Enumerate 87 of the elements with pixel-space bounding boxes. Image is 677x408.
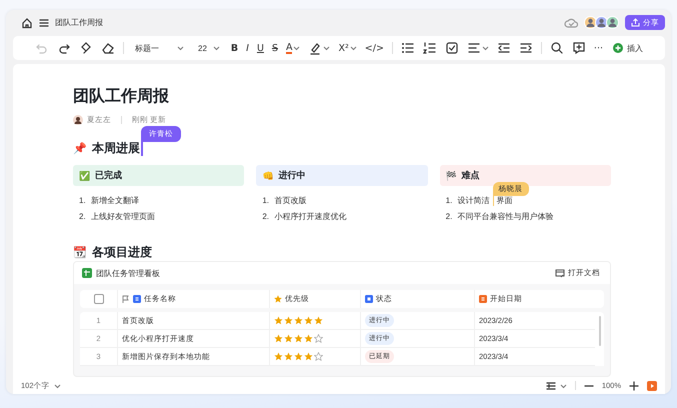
bulleted-list-icon	[400, 41, 415, 55]
star-filled-icon	[294, 352, 303, 361]
star-filled-icon	[274, 316, 283, 325]
star-filled-icon	[294, 334, 303, 343]
plus-icon	[612, 43, 623, 53]
format-button[interactable]: I	[243, 39, 252, 57]
share-icon	[631, 18, 640, 27]
star-filled-icon	[284, 352, 293, 361]
checkbox[interactable]	[94, 294, 104, 304]
home-icon[interactable]	[21, 16, 33, 28]
list-item: 不同平台兼容性与用户体验	[458, 211, 554, 222]
format-button[interactable]: A	[282, 39, 304, 57]
sheet-icon	[82, 268, 92, 278]
format-button[interactable]: X²	[335, 39, 360, 57]
card-title: 难点	[462, 169, 480, 182]
layout-icon	[546, 380, 556, 390]
table-title: 团队任务管理看板	[96, 268, 160, 278]
format-button[interactable]: </>	[362, 39, 387, 57]
list-number: 1.	[262, 196, 270, 205]
list-item: 界面	[496, 195, 513, 206]
format-button[interactable]: U	[254, 39, 267, 57]
present-icon[interactable]	[647, 380, 657, 390]
outdent-icon	[496, 41, 511, 55]
avatar	[73, 115, 83, 125]
star-filled-icon	[304, 316, 313, 325]
star-filled-icon	[284, 334, 293, 343]
format-button[interactable]: S	[268, 39, 281, 57]
star-filled-icon	[304, 352, 313, 361]
emoji-icon: ✅	[79, 170, 90, 180]
list-number: 2.	[262, 212, 270, 221]
indent-icon	[518, 41, 533, 55]
list-item: 小程序打开速度优化	[274, 211, 346, 222]
highlighter-icon	[308, 41, 322, 55]
flag-icon	[122, 295, 130, 303]
format-button[interactable]: ···	[590, 39, 606, 57]
dropdown[interactable]: 22	[195, 39, 223, 57]
comment-icon	[572, 41, 586, 55]
insert-button[interactable]: 插入	[610, 39, 646, 57]
emoji-icon: 🏁	[446, 170, 457, 180]
caret-icon	[177, 45, 184, 51]
section-heading: 本周进展	[92, 140, 140, 157]
paint-brush-icon	[79, 41, 93, 55]
avatar[interactable]	[606, 16, 619, 29]
caret-icon	[560, 382, 567, 388]
eraser-icon	[101, 41, 115, 55]
emoji-icon: 📆	[73, 246, 87, 259]
list-item: 设计简洁	[458, 195, 490, 206]
field-type-icon	[365, 295, 373, 303]
star-filled-icon	[284, 316, 293, 325]
list-number: 2.	[446, 212, 454, 221]
caret-icon	[54, 382, 61, 388]
open-icon	[555, 268, 565, 278]
emoji-icon: 📌	[73, 142, 87, 155]
list-number: 1.	[446, 196, 454, 205]
star-filled-icon	[294, 316, 303, 325]
list-item: 首页改版	[274, 195, 306, 206]
numbered-list-icon	[422, 41, 437, 55]
heading: 团队工作周报	[73, 86, 170, 107]
avatar[interactable]	[595, 16, 608, 29]
star-filled-icon	[314, 316, 323, 325]
cloud-check-icon	[564, 16, 578, 28]
list-item: 上线好友管理页面	[91, 211, 155, 222]
card-title: 已完成	[95, 169, 122, 182]
checkbox-icon	[444, 41, 459, 55]
star-filled-icon	[274, 334, 283, 343]
star-icon	[274, 295, 282, 303]
section-heading: 各项目进度	[92, 244, 152, 261]
dropdown[interactable]: 标题一	[132, 39, 187, 57]
card-title: 进行中	[278, 169, 306, 182]
caret-icon	[212, 45, 220, 51]
layout-button[interactable]	[546, 380, 567, 390]
document-title: 团队工作周报	[55, 17, 103, 28]
field-type-icon	[479, 295, 487, 303]
scrollbar[interactable]	[599, 316, 601, 346]
zoom-in-icon[interactable]	[629, 380, 639, 390]
field-type-icon	[133, 295, 141, 303]
avatar[interactable]	[584, 16, 597, 29]
align-icon	[466, 41, 481, 55]
list-number: 2.	[79, 212, 87, 221]
star-filled-icon	[274, 352, 283, 361]
emoji-icon: 👊	[262, 170, 274, 180]
menu-icon[interactable]	[39, 18, 49, 28]
search-icon	[550, 41, 564, 55]
list-item: 新增全文翻译	[91, 195, 139, 206]
star-filled-icon	[304, 334, 313, 343]
format-button[interactable]: B	[228, 39, 242, 57]
list-number: 1.	[79, 196, 87, 205]
